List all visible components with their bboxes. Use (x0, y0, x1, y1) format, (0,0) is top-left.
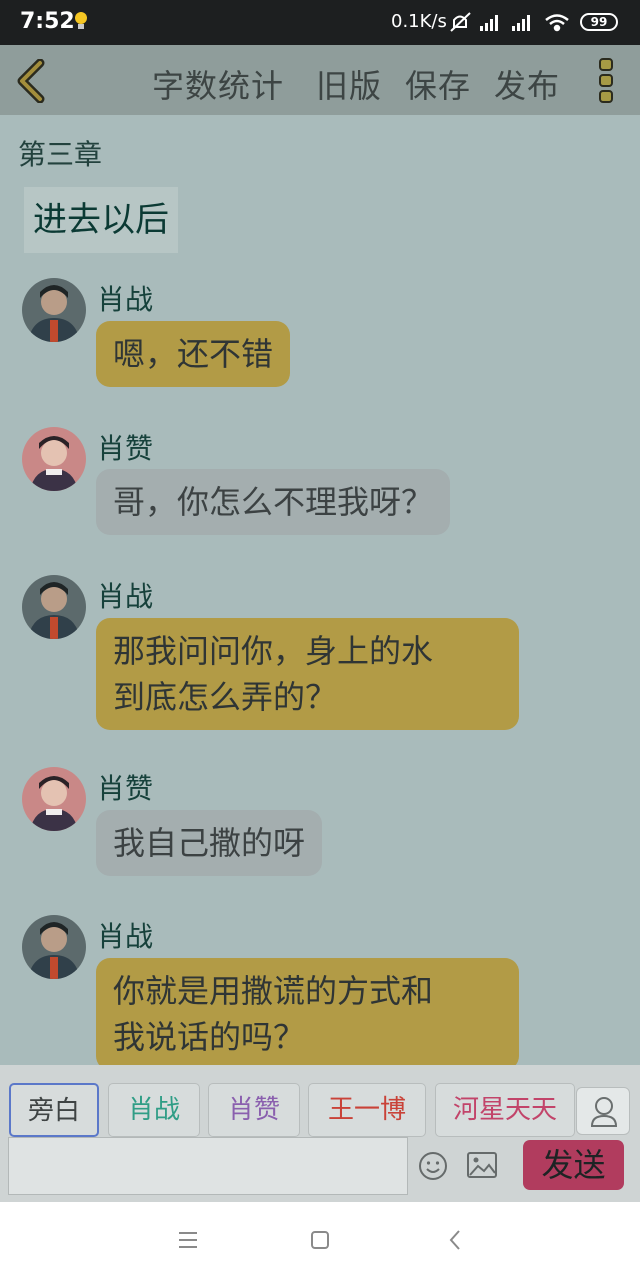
toolbar: 字数统计 旧版 保存 发布 (0, 45, 640, 115)
user-icon (590, 1097, 618, 1127)
wifi-icon (545, 14, 569, 32)
role-label: 旁白 (27, 1096, 80, 1126)
message-line: 嗯，还不错 (113, 335, 274, 373)
message-bubble[interactable]: 那我问问你，身上的水 到底怎么弄的？ (96, 618, 519, 730)
lightbulb-icon (75, 12, 87, 29)
speaker-name: 肖赞 (97, 432, 154, 465)
back-icon[interactable] (446, 1230, 466, 1250)
send-button[interactable]: 发送 (523, 1140, 624, 1190)
message-line: 那我问问你，身上的水 (113, 632, 434, 670)
more-vertical-icon[interactable] (596, 57, 616, 105)
emoji-icon[interactable] (418, 1151, 448, 1181)
old-version-button[interactable]: 旧版 (316, 61, 382, 107)
message-line: 哥，你怎么不理我呀？ (113, 483, 434, 521)
publish-button[interactable]: 发布 (494, 61, 560, 107)
avatar[interactable] (22, 767, 86, 831)
word-count-button[interactable]: 字数统计 (152, 61, 284, 107)
save-button[interactable]: 保存 (405, 61, 471, 107)
role-manager-button[interactable] (576, 1087, 630, 1135)
battery-icon: 99 (580, 13, 618, 31)
mute-icon (450, 12, 471, 32)
avatar[interactable] (22, 575, 86, 639)
section-title[interactable]: 进去以后 (24, 187, 178, 253)
speaker-name: 肖战 (97, 580, 154, 613)
message-input[interactable] (8, 1137, 408, 1195)
message-line: 到底怎么弄的？ (113, 678, 338, 716)
role-label: 肖战 (127, 1095, 180, 1125)
home-icon[interactable] (310, 1230, 330, 1250)
message-line: 你就是用撒谎的方式和 (113, 972, 434, 1010)
avatar[interactable] (22, 427, 86, 491)
signal-icon-2 (512, 15, 530, 31)
role-input-bar: 旁白 肖战 肖赞 王一博 河星天天 发送 (0, 1065, 640, 1202)
speaker-name: 肖战 (97, 283, 154, 316)
image-icon[interactable] (466, 1151, 498, 1179)
avatar[interactable] (22, 278, 86, 342)
role-xiaozan[interactable]: 肖赞 (208, 1083, 300, 1137)
role-hexingtiantian[interactable]: 河星天天 (435, 1083, 575, 1137)
message-bubble[interactable]: 嗯，还不错 (96, 321, 291, 387)
speaker-name: 肖战 (97, 920, 154, 953)
avatar[interactable] (22, 915, 86, 979)
signal-icon (480, 15, 498, 31)
role-wangyibo[interactable]: 王一博 (308, 1083, 426, 1137)
role-label: 河星天天 (452, 1095, 557, 1125)
network-speed: 0.1K/s (391, 11, 447, 32)
message-bubble[interactable]: 哥，你怎么不理我呀？ (96, 469, 451, 535)
role-xiaozhan[interactable]: 肖战 (108, 1083, 200, 1137)
status-bar: 7:52 0.1K/s 99 (0, 0, 640, 45)
menu-icon[interactable] (178, 1230, 198, 1250)
navigation-bar (0, 1202, 640, 1280)
message-line: 我说话的吗？ (113, 1018, 306, 1056)
chapter-title: 第三章 (18, 138, 103, 171)
status-time: 7:52 (20, 9, 75, 34)
role-label: 肖赞 (227, 1095, 280, 1125)
message-bubble[interactable]: 我自己撒的呀 (96, 810, 323, 876)
chevron-left-icon[interactable] (14, 59, 48, 103)
speaker-name: 肖赞 (97, 772, 154, 805)
role-narrator[interactable]: 旁白 (9, 1083, 99, 1137)
message-line: 我自己撒的呀 (113, 824, 306, 862)
role-label: 王一博 (327, 1095, 406, 1125)
message-bubble[interactable]: 你就是用撒谎的方式和 我说话的吗？ (96, 958, 519, 1070)
chat-editor: 字数统计 旧版 保存 发布 第三章 进去以后 肖战 嗯，还不错 肖赞 哥，你怎么… (0, 45, 640, 1202)
